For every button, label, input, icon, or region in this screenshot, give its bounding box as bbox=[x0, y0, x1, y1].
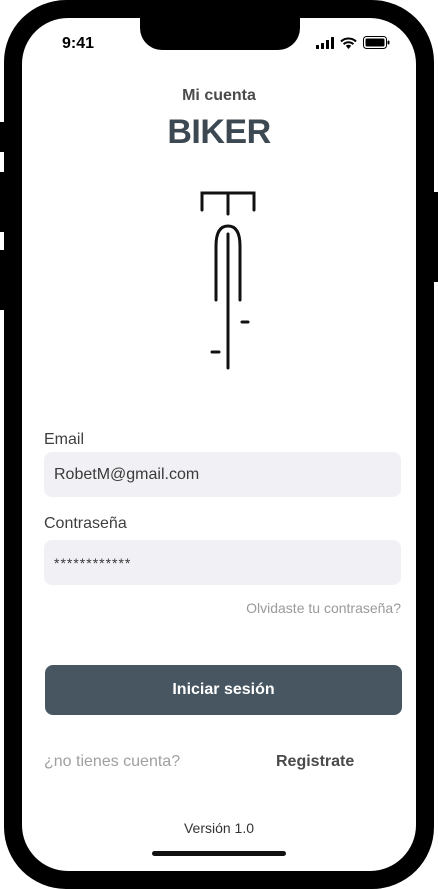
page-subtitle: Mi cuenta bbox=[182, 87, 256, 104]
email-label: Email bbox=[44, 431, 85, 448]
signal-icon bbox=[316, 36, 334, 49]
status-time: 9:41 bbox=[62, 35, 95, 52]
forgot-password-link[interactable]: Olvidaste tu contraseña? bbox=[246, 600, 401, 616]
email-field[interactable]: RobetM@gmail.com bbox=[44, 452, 401, 497]
password-field[interactable]: ************ bbox=[44, 540, 401, 585]
status-icons bbox=[316, 36, 390, 49]
notch bbox=[140, 18, 300, 50]
version-label: Versión 1.0 bbox=[183, 820, 255, 836]
no-account-text: ¿no tienes cuenta? bbox=[44, 753, 181, 770]
home-indicator[interactable] bbox=[152, 851, 286, 856]
register-link[interactable]: Registrate bbox=[276, 753, 354, 771]
password-label: Contraseña bbox=[44, 515, 127, 532]
phone-frame: 9:41 Mi cuenta BIKER Email RobetM@gmail.… bbox=[4, 0, 434, 889]
wifi-icon bbox=[340, 37, 357, 49]
screen: 9:41 Mi cuenta BIKER Email RobetM@gmail.… bbox=[22, 18, 416, 871]
battery-icon bbox=[363, 36, 390, 49]
app-logo: BIKER bbox=[167, 113, 271, 151]
bicycle-front-icon bbox=[200, 191, 256, 370]
login-button[interactable]: Iniciar sesión bbox=[45, 665, 402, 715]
